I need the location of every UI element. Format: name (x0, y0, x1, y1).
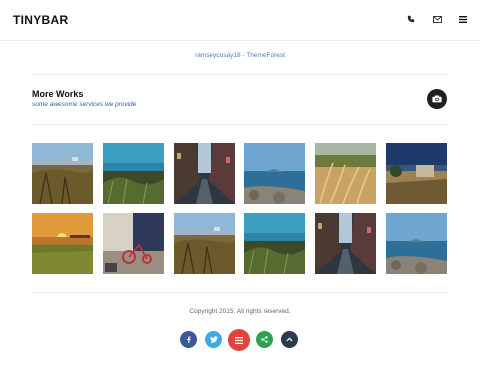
facebook-icon (187, 336, 191, 343)
divider (32, 74, 448, 75)
gallery-item-sea-coast[interactable] (244, 143, 305, 204)
gallery-item-city-street[interactable] (174, 143, 235, 204)
camera-icon (432, 95, 442, 103)
top-navbar: TINYBAR (0, 0, 480, 41)
logo[interactable]: TINYBAR (13, 13, 68, 27)
menu-button[interactable] (228, 329, 250, 351)
social-buttons (0, 329, 480, 351)
gallery-item-country-house[interactable] (386, 143, 447, 204)
share-button[interactable] (256, 331, 273, 348)
phone-icon[interactable] (406, 14, 416, 24)
gallery-item-wheat-field[interactable] (315, 143, 376, 204)
gallery-item-sea-coast[interactable] (386, 213, 447, 274)
arrow-up-icon (286, 337, 293, 342)
mail-icon[interactable] (432, 14, 442, 24)
gallery-item-sunset-meadow[interactable] (32, 213, 93, 274)
top-icons (406, 14, 468, 24)
camera-button[interactable] (427, 89, 447, 109)
facebook-button[interactable] (180, 331, 197, 348)
divider (32, 292, 448, 293)
section-subtitle: some awesome services we provide (32, 101, 137, 108)
section-title: More Works (32, 89, 84, 99)
gallery-item-coast-bay[interactable] (103, 143, 164, 204)
gallery-item-grass-field[interactable] (174, 213, 235, 274)
back-to-top-button[interactable] (281, 331, 298, 348)
twitter-button[interactable] (205, 331, 222, 348)
gallery-item-grass-field[interactable] (32, 143, 93, 204)
gallery-item-city-street[interactable] (315, 213, 376, 274)
copyright-text: Copyright 2015. All rights reserved. (189, 308, 291, 315)
gallery-item-coast-bay[interactable] (244, 213, 305, 274)
gallery-item-tricycle-wall[interactable] (103, 213, 164, 274)
menu-icon[interactable] (458, 14, 468, 24)
theme-credit-link[interactable]: ramseycosay18 - ThemeForest (0, 52, 480, 59)
divider (32, 124, 448, 125)
share-icon (261, 336, 268, 343)
menu-icon (235, 336, 243, 344)
twitter-icon (209, 336, 218, 343)
